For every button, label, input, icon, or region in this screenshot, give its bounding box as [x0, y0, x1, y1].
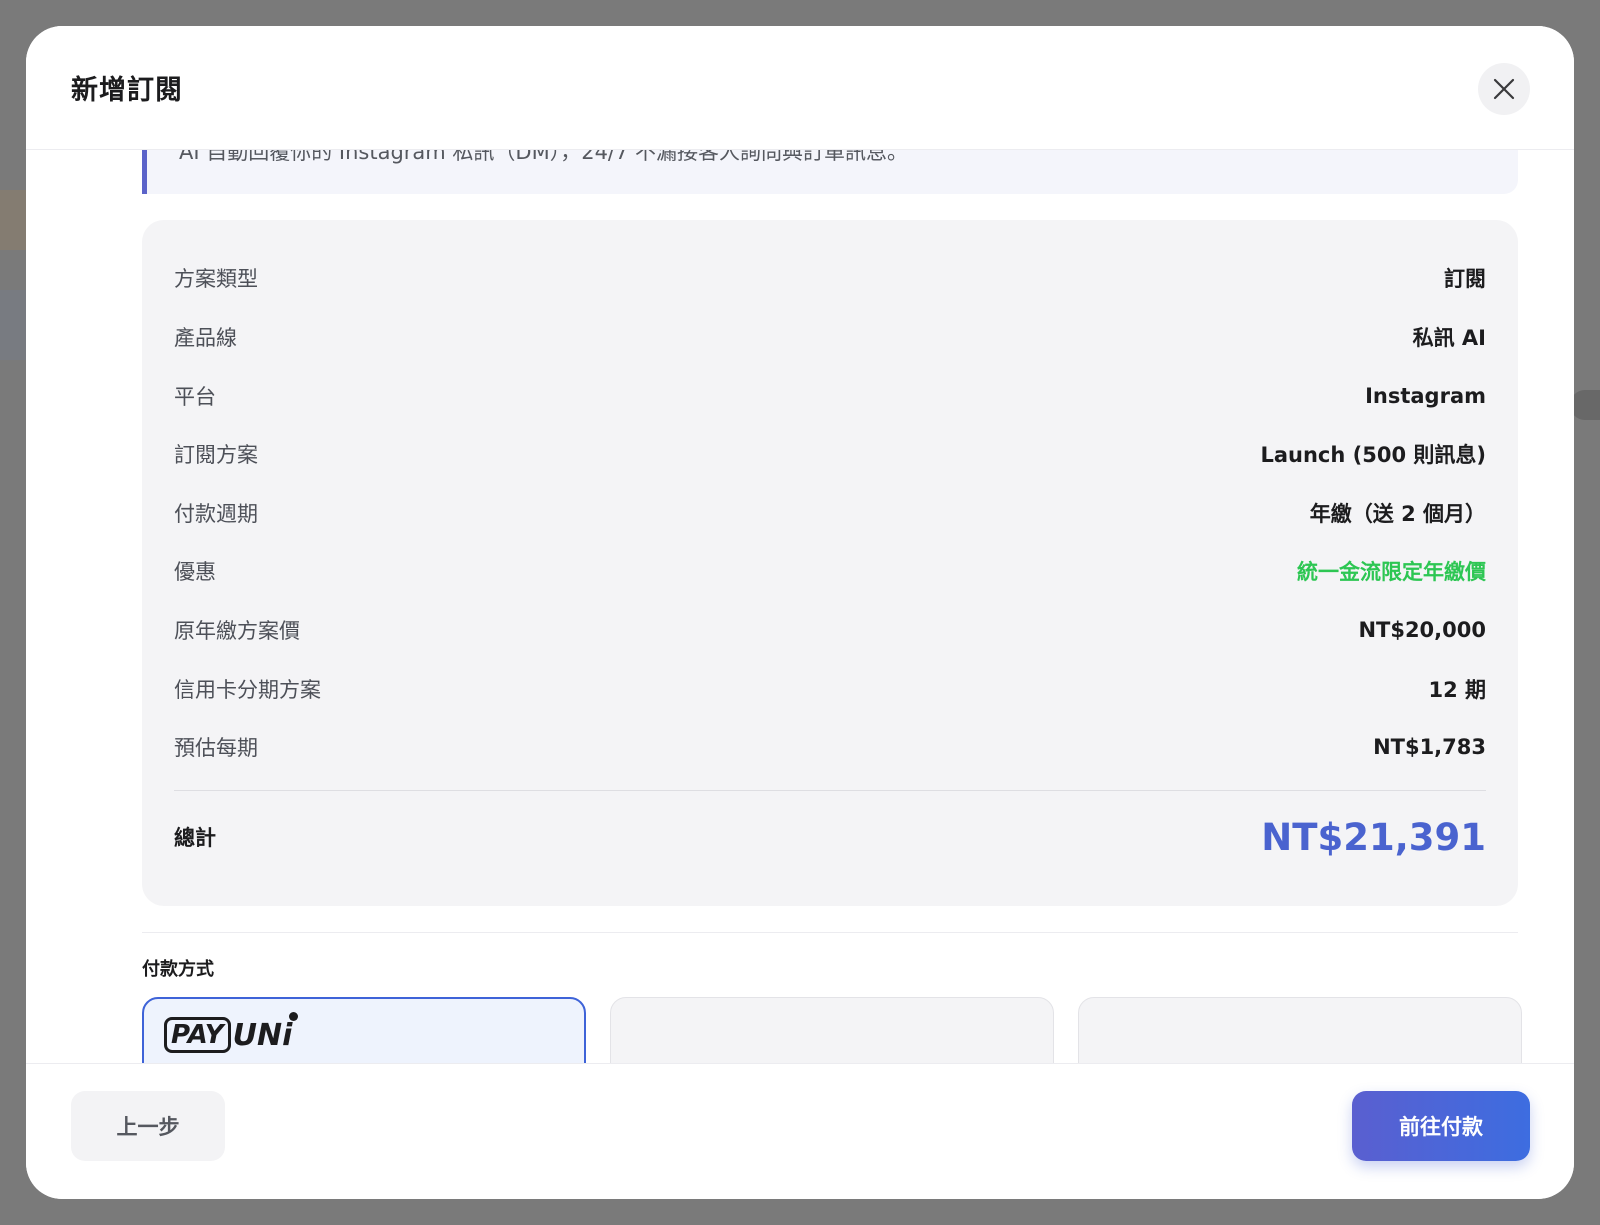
summary-row-product-line: 產品線 私訊 AI [174, 317, 1486, 357]
summary-label: 付款週期 [174, 502, 258, 526]
modal-body-scroll[interactable]: AI 自動回覆你的 Instagram 私訊（DM），24/7 不漏接客人詢問與… [26, 150, 1574, 1063]
summary-label: 產品線 [174, 326, 237, 350]
payuni-logo-mark: PAY [164, 1017, 231, 1053]
summary-row-estimated-installment: 預估每期 NT$1,783 [174, 727, 1486, 767]
summary-label: 優惠 [174, 560, 216, 584]
summary-row-platform: 平台 Instagram [174, 376, 1486, 416]
modal-footer: 上一步 前往付款 [26, 1063, 1574, 1199]
summary-value: NT$20,000 [1358, 618, 1486, 642]
summary-row-discount: 優惠 統一金流限定年繳價 [174, 551, 1486, 591]
close-button[interactable] [1478, 63, 1530, 115]
proceed-to-payment-button[interactable]: 前往付款 [1352, 1091, 1530, 1161]
summary-row-plan-type: 方案類型 訂閱 [174, 258, 1486, 298]
subscription-modal: 新增訂閱 AI 自動回覆你的 Instagram 私訊（DM），24/7 不漏接… [26, 26, 1574, 1199]
summary-total-row: 總計 NT$21,391 [174, 812, 1486, 862]
total-label: 總計 [174, 826, 216, 850]
section-divider [142, 932, 1518, 933]
backdrop-content [0, 190, 26, 250]
backdrop-content [0, 290, 26, 360]
summary-label: 預估每期 [174, 736, 258, 760]
summary-value: 12 期 [1428, 678, 1486, 702]
summary-divider [174, 790, 1486, 791]
summary-label: 平台 [174, 385, 216, 409]
payment-option-2[interactable] [610, 997, 1054, 1063]
summary-row-original-price: 原年繳方案價 NT$20,000 [174, 610, 1486, 650]
summary-value: NT$1,783 [1373, 735, 1486, 759]
plan-description-text: AI 自動回覆你的 Instagram 私訊（DM），24/7 不漏接客人詢問與… [179, 150, 909, 164]
summary-label: 訂閱方案 [174, 443, 258, 467]
summary-value: 訂閱 [1444, 267, 1486, 291]
discount-value: 統一金流限定年繳價 [1297, 560, 1486, 584]
order-summary-card: 方案類型 訂閱 產品線 私訊 AI 平台 Instagram 訂閱方案 Laun… [142, 220, 1518, 906]
summary-value: 年繳（送 2 個月） [1309, 502, 1486, 526]
close-icon [1493, 78, 1515, 100]
summary-value: Instagram [1365, 384, 1486, 408]
summary-row-subscription-plan: 訂閱方案 Launch (500 則訊息) [174, 434, 1486, 474]
plan-description: AI 自動回覆你的 Instagram 私訊（DM），24/7 不漏接客人詢問與… [142, 150, 1518, 194]
modal-header: 新增訂閱 [26, 26, 1574, 150]
summary-value: 私訊 AI [1412, 326, 1486, 350]
summary-value: Launch (500 則訊息) [1260, 443, 1486, 467]
payment-method-label: 付款方式 [142, 959, 214, 980]
back-button[interactable]: 上一步 [71, 1091, 225, 1161]
summary-label: 信用卡分期方案 [174, 678, 321, 702]
payuni-logo: PAY UNi [164, 1011, 299, 1053]
summary-row-billing-cycle: 付款週期 年繳（送 2 個月） [174, 493, 1486, 533]
backdrop-content [1570, 390, 1600, 420]
payment-option-3[interactable] [1078, 997, 1522, 1063]
payuni-logo-text: UNi [233, 1011, 299, 1053]
summary-label: 方案類型 [174, 267, 258, 291]
payment-option-payuni[interactable]: PAY UNi [142, 997, 586, 1063]
summary-label: 原年繳方案價 [174, 619, 300, 643]
modal-title: 新增訂閱 [71, 75, 183, 106]
summary-row-installment-plan: 信用卡分期方案 12 期 [174, 669, 1486, 709]
total-value: NT$21,391 [1261, 815, 1486, 859]
